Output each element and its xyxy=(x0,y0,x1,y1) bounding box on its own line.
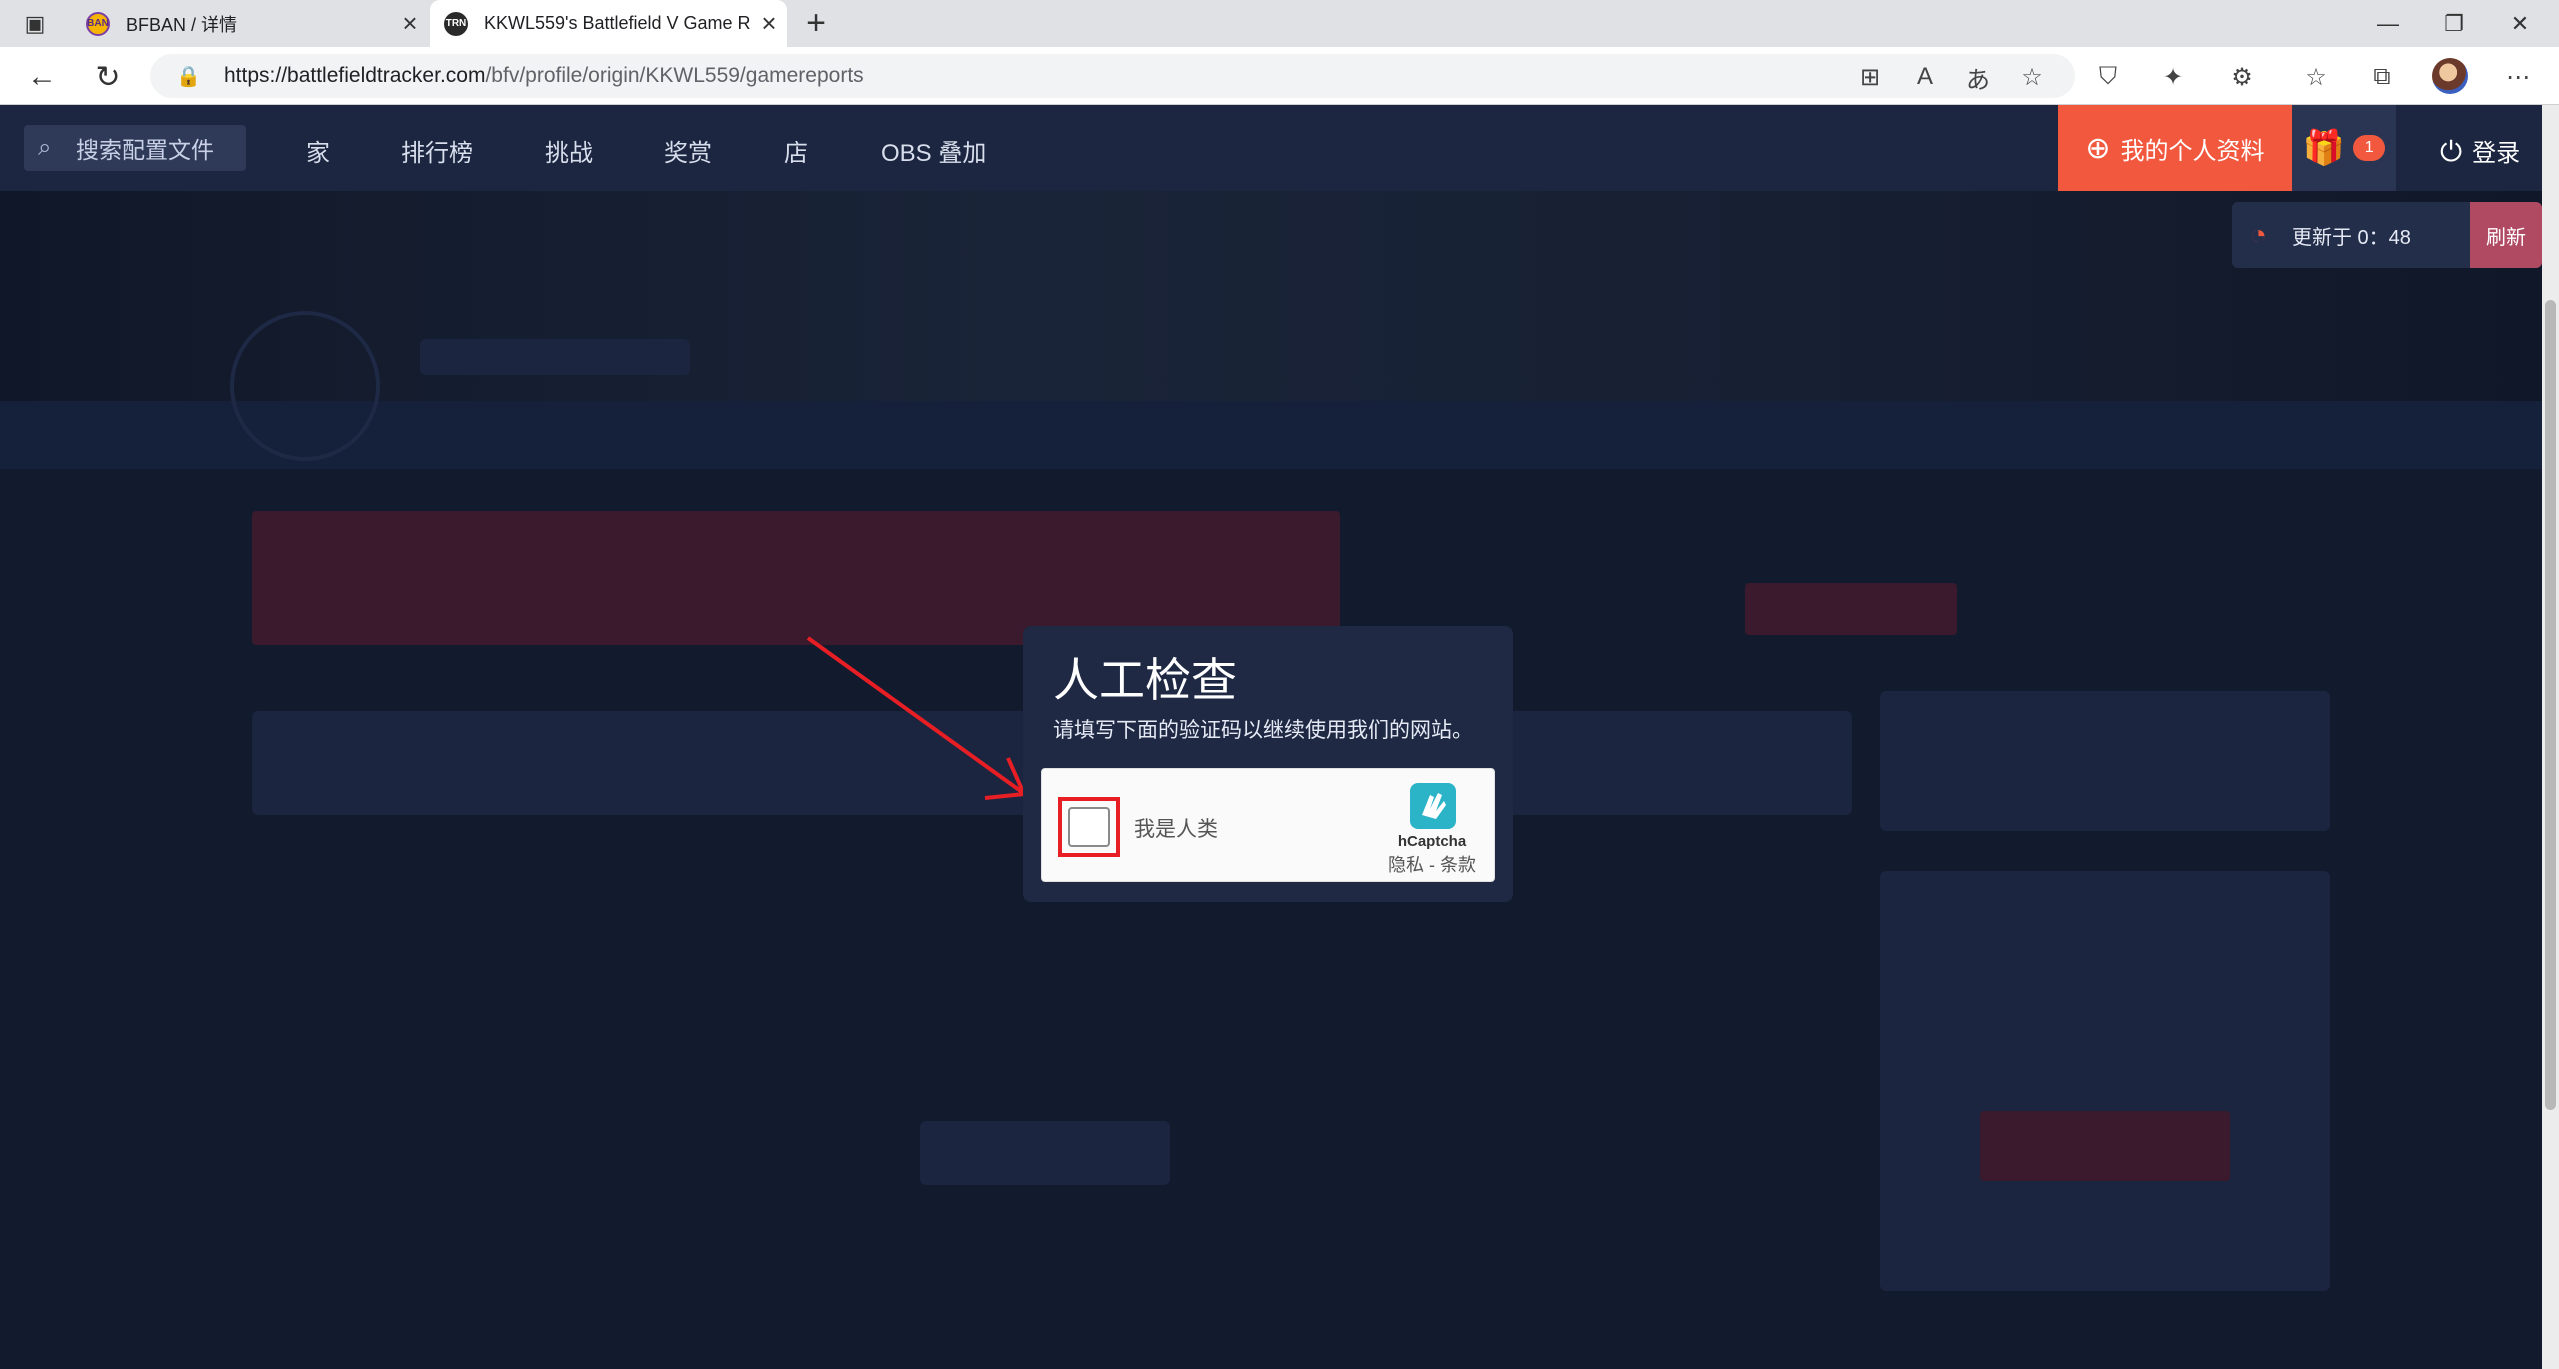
gift-button[interactable]: 🎁 1 xyxy=(2292,105,2396,191)
my-profile-label: 我的个人资料 xyxy=(2120,137,2265,165)
shield-icon[interactable]: ⛉ xyxy=(2088,57,2128,97)
close-tab-icon[interactable]: × xyxy=(392,8,428,39)
nav-link-challenges[interactable]: 挑战 xyxy=(545,133,593,168)
sidebar-card-placeholder xyxy=(1880,691,2330,831)
url-host: https://battlefieldtracker.com xyxy=(224,64,486,87)
annotation-arrow-icon xyxy=(806,636,1027,800)
nav-link-obs-overlay[interactable]: OBS 叠加 xyxy=(881,133,986,168)
restore-icon[interactable]: ❐ xyxy=(2421,0,2487,47)
refresh-panel: ◔ 更新于 0：48 刷新 xyxy=(2232,202,2542,268)
collections-icon[interactable]: ⧉ xyxy=(2362,57,2402,97)
gift-count-badge: 1 xyxy=(2353,135,2386,161)
url-text: https://battlefieldtracker.com/bfv/profi… xyxy=(224,64,864,88)
read-aloud-icon[interactable]: A xyxy=(1905,57,1945,97)
minimize-icon[interactable]: — xyxy=(2355,0,2421,47)
nav-link-rewards[interactable]: 奖赏 xyxy=(664,133,712,168)
browser-tab-tracker[interactable]: TRN KKWL559's Battlefield V Game Re × xyxy=(430,0,787,47)
user-avatar[interactable] xyxy=(2432,58,2468,94)
update-status: 更新于 0：48 xyxy=(2292,226,2411,249)
profile-header xyxy=(0,191,2542,401)
plus-circle-icon: ⊕ xyxy=(2085,131,2111,165)
more-menu-icon[interactable]: ⋯ xyxy=(2498,57,2538,97)
refresh-button[interactable]: 刷新 xyxy=(2470,202,2542,268)
tab-title: BFBAN / 详情 xyxy=(126,14,238,35)
nav-link-store[interactable]: 店 xyxy=(784,133,808,168)
close-window-icon[interactable]: ✕ xyxy=(2487,0,2553,47)
browser-tab-bfban[interactable]: BAN BFBAN / 详情 × xyxy=(72,0,428,47)
lock-icon: 🔒 xyxy=(176,65,201,88)
extension-color-icon[interactable]: ✦ xyxy=(2153,57,2193,97)
hcaptcha-widget: 我是人类 hCaptcha 隐私 - 条款 xyxy=(1041,768,1495,882)
address-bar-row: ← ↻ 🔒 https://battlefieldtracker.com/bfv… xyxy=(0,47,2559,105)
profile-avatar-placeholder xyxy=(230,311,380,461)
tracker-favicon-icon: TRN xyxy=(444,11,468,36)
search-profiles-button[interactable]: ⌕ 搜索配置文件 xyxy=(24,125,246,171)
go-premium-button-placeholder xyxy=(1980,1111,2230,1181)
new-tab-icon[interactable]: + xyxy=(798,4,834,44)
nav-link-leaderboards[interactable]: 排行榜 xyxy=(401,133,473,168)
profile-name-placeholder xyxy=(420,339,690,375)
browser-tab-strip: ▣ BAN BFBAN / 详情 × TRN KKWL559's Battlef… xyxy=(0,0,2559,47)
favorite-add-icon[interactable]: ☆ xyxy=(2012,57,2052,97)
url-field[interactable]: 🔒 https://battlefieldtracker.com/bfv/pro… xyxy=(150,54,2075,98)
profile-tabs-band xyxy=(0,401,2542,469)
modal-title: 人工检查 xyxy=(1053,654,1237,706)
site-nav: ⌕ 搜索配置文件 家 排行榜 挑战 奖赏 店 OBS 叠加 ⊕ 我的个人资料 🎁… xyxy=(0,105,2542,191)
hcaptcha-brand: hCaptcha xyxy=(1397,833,1467,850)
extensions-icon[interactable]: ⚙ xyxy=(2222,57,2262,97)
tab-actions-icon[interactable]: ▣ xyxy=(22,11,48,36)
human-check-modal: 人工检查 请填写下面的验证码以继续使用我们的网站。 我是人类 hCaptcha … xyxy=(1023,626,1513,902)
checkbox-highlight xyxy=(1058,797,1120,857)
scrollbar-thumb[interactable] xyxy=(2545,300,2556,1110)
hcaptcha-logo-icon xyxy=(1410,783,1456,829)
update-timer-icon: ◔ xyxy=(2250,219,2267,250)
my-profile-button[interactable]: ⊕ 我的个人资料 xyxy=(2058,105,2292,191)
power-icon: ⏻ xyxy=(2440,136,2463,167)
empty-state-title-placeholder xyxy=(920,1121,1170,1185)
human-checkbox[interactable] xyxy=(1068,807,1110,847)
app-available-icon[interactable]: ⊞ xyxy=(1850,57,1890,97)
translate-icon[interactable]: あ xyxy=(1958,57,1998,97)
url-path: /bfv/profile/origin/KKWL559/gamereports xyxy=(485,64,864,87)
premium-banner-placeholder xyxy=(252,511,1340,645)
sidebar-button-placeholder xyxy=(1745,583,1957,635)
login-label: 登录 xyxy=(2472,140,2521,167)
ad-card-placeholder xyxy=(1880,871,2330,1291)
checkbox-label: 我是人类 xyxy=(1134,818,1218,841)
tab-title: KKWL559's Battlefield V Game Re xyxy=(484,13,751,33)
nav-link-home[interactable]: 家 xyxy=(306,133,330,168)
privacy-terms-links[interactable]: 隐私 - 条款 xyxy=(1376,851,1488,877)
close-tab-icon[interactable]: × xyxy=(751,8,787,39)
login-button[interactable]: ⏻ 登录 xyxy=(2440,133,2520,169)
search-icon: ⌕ xyxy=(38,134,52,161)
modal-description: 请填写下面的验证码以继续使用我们的网站。 xyxy=(1053,719,1473,742)
favorites-icon[interactable]: ☆ xyxy=(2296,57,2336,97)
search-label: 搜索配置文件 xyxy=(76,137,214,163)
bfban-favicon-icon: BAN xyxy=(86,11,110,36)
back-icon[interactable]: ← xyxy=(24,59,60,95)
reload-icon[interactable]: ↻ xyxy=(90,59,126,95)
gift-icon: 🎁 xyxy=(2302,129,2346,167)
